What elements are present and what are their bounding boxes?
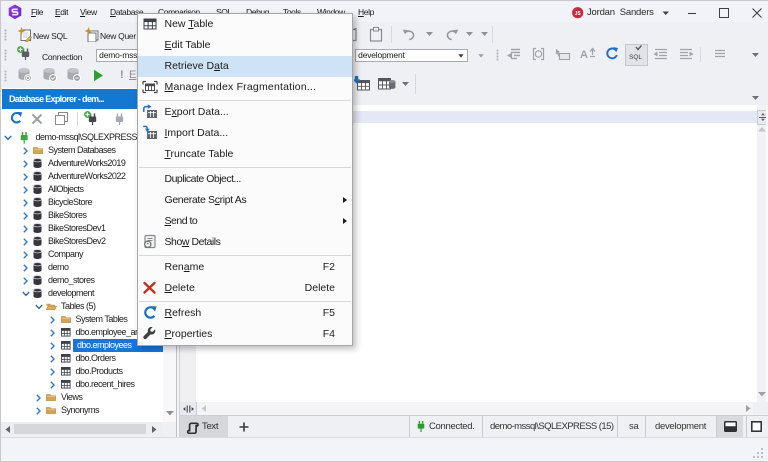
svg-text:JS: JS — [575, 11, 582, 17]
svg-text:A: A — [580, 49, 588, 61]
svg-text:SQL: SQL — [629, 54, 642, 61]
